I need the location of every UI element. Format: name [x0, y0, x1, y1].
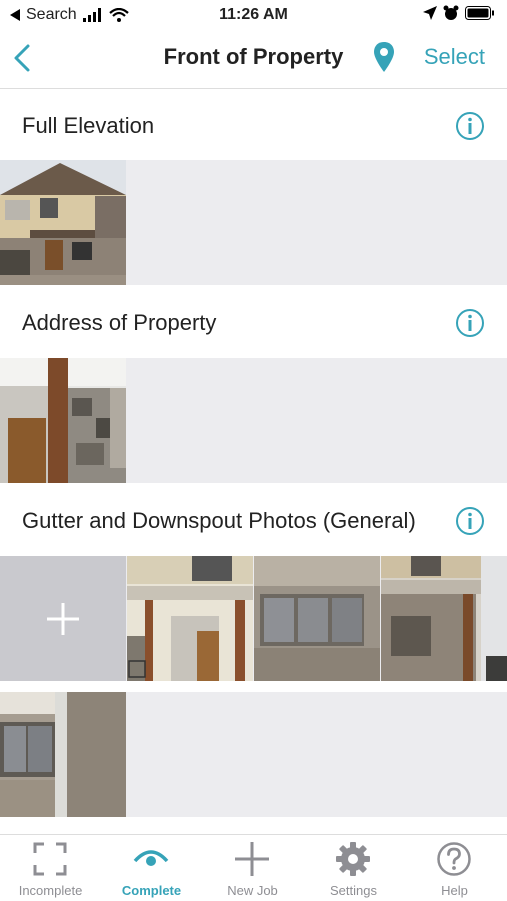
photo-row: [0, 160, 507, 285]
section-title: Address of Property: [22, 310, 217, 335]
section-header-address: Address of Property: [0, 286, 507, 358]
navigation-bar: Front of Property Select: [0, 30, 507, 89]
tab-help[interactable]: Help: [404, 835, 505, 901]
tab-label: New Job: [227, 883, 278, 898]
tab-bar: Incomplete Complete New Job Settings Hel…: [0, 834, 507, 901]
tab-label: Complete: [121, 883, 182, 898]
address-photo: [0, 358, 126, 483]
incomplete-icon: [33, 842, 67, 876]
status-bar: Search 11:26 AM: [0, 0, 507, 30]
tab-incomplete[interactable]: Incomplete: [0, 835, 101, 901]
tab-new-job[interactable]: New Job: [202, 835, 303, 901]
photo-row: [0, 692, 507, 817]
gear-icon: [336, 842, 370, 876]
eye-icon: [133, 850, 169, 866]
photo-row: [0, 556, 507, 681]
info-icon[interactable]: [455, 506, 485, 536]
porch-corner-photo: [381, 556, 507, 681]
photo-thumbnail[interactable]: [0, 692, 126, 817]
tab-complete[interactable]: Complete: [101, 835, 202, 901]
window-photo: [254, 556, 380, 681]
section-title: Full Elevation: [22, 113, 155, 138]
section-header-gutter: Gutter and Downspout Photos (General): [0, 484, 507, 556]
location-arrow-icon: [423, 6, 437, 20]
tab-label: Help: [441, 883, 468, 898]
tab-label: Settings: [330, 883, 377, 898]
help-icon: [437, 842, 471, 876]
photo-thumbnail[interactable]: [0, 160, 126, 285]
info-icon[interactable]: [455, 308, 485, 338]
info-icon[interactable]: [455, 111, 485, 141]
battery-icon: [465, 6, 494, 20]
downspout-photo: [0, 692, 126, 817]
tab-settings[interactable]: Settings: [303, 835, 404, 901]
porch-photo: [127, 556, 253, 681]
plus-icon: [235, 842, 269, 876]
alarm-icon: [443, 5, 459, 20]
section-title: Gutter and Downspout Photos (General): [22, 508, 416, 533]
select-button[interactable]: Select: [424, 44, 485, 70]
photo-thumbnail[interactable]: [127, 556, 253, 681]
section-header-full-elevation: Full Elevation: [0, 89, 507, 161]
photo-thumbnail[interactable]: [0, 358, 126, 483]
tab-label: Incomplete: [18, 883, 83, 898]
photo-row: [0, 358, 507, 483]
map-pin-icon[interactable]: [372, 40, 396, 74]
add-photo-button[interactable]: [0, 556, 126, 681]
photo-thumbnail[interactable]: [254, 556, 380, 681]
photo-thumbnail[interactable]: [381, 556, 507, 681]
house-elevation-photo: [0, 160, 126, 285]
plus-icon: [47, 602, 79, 635]
